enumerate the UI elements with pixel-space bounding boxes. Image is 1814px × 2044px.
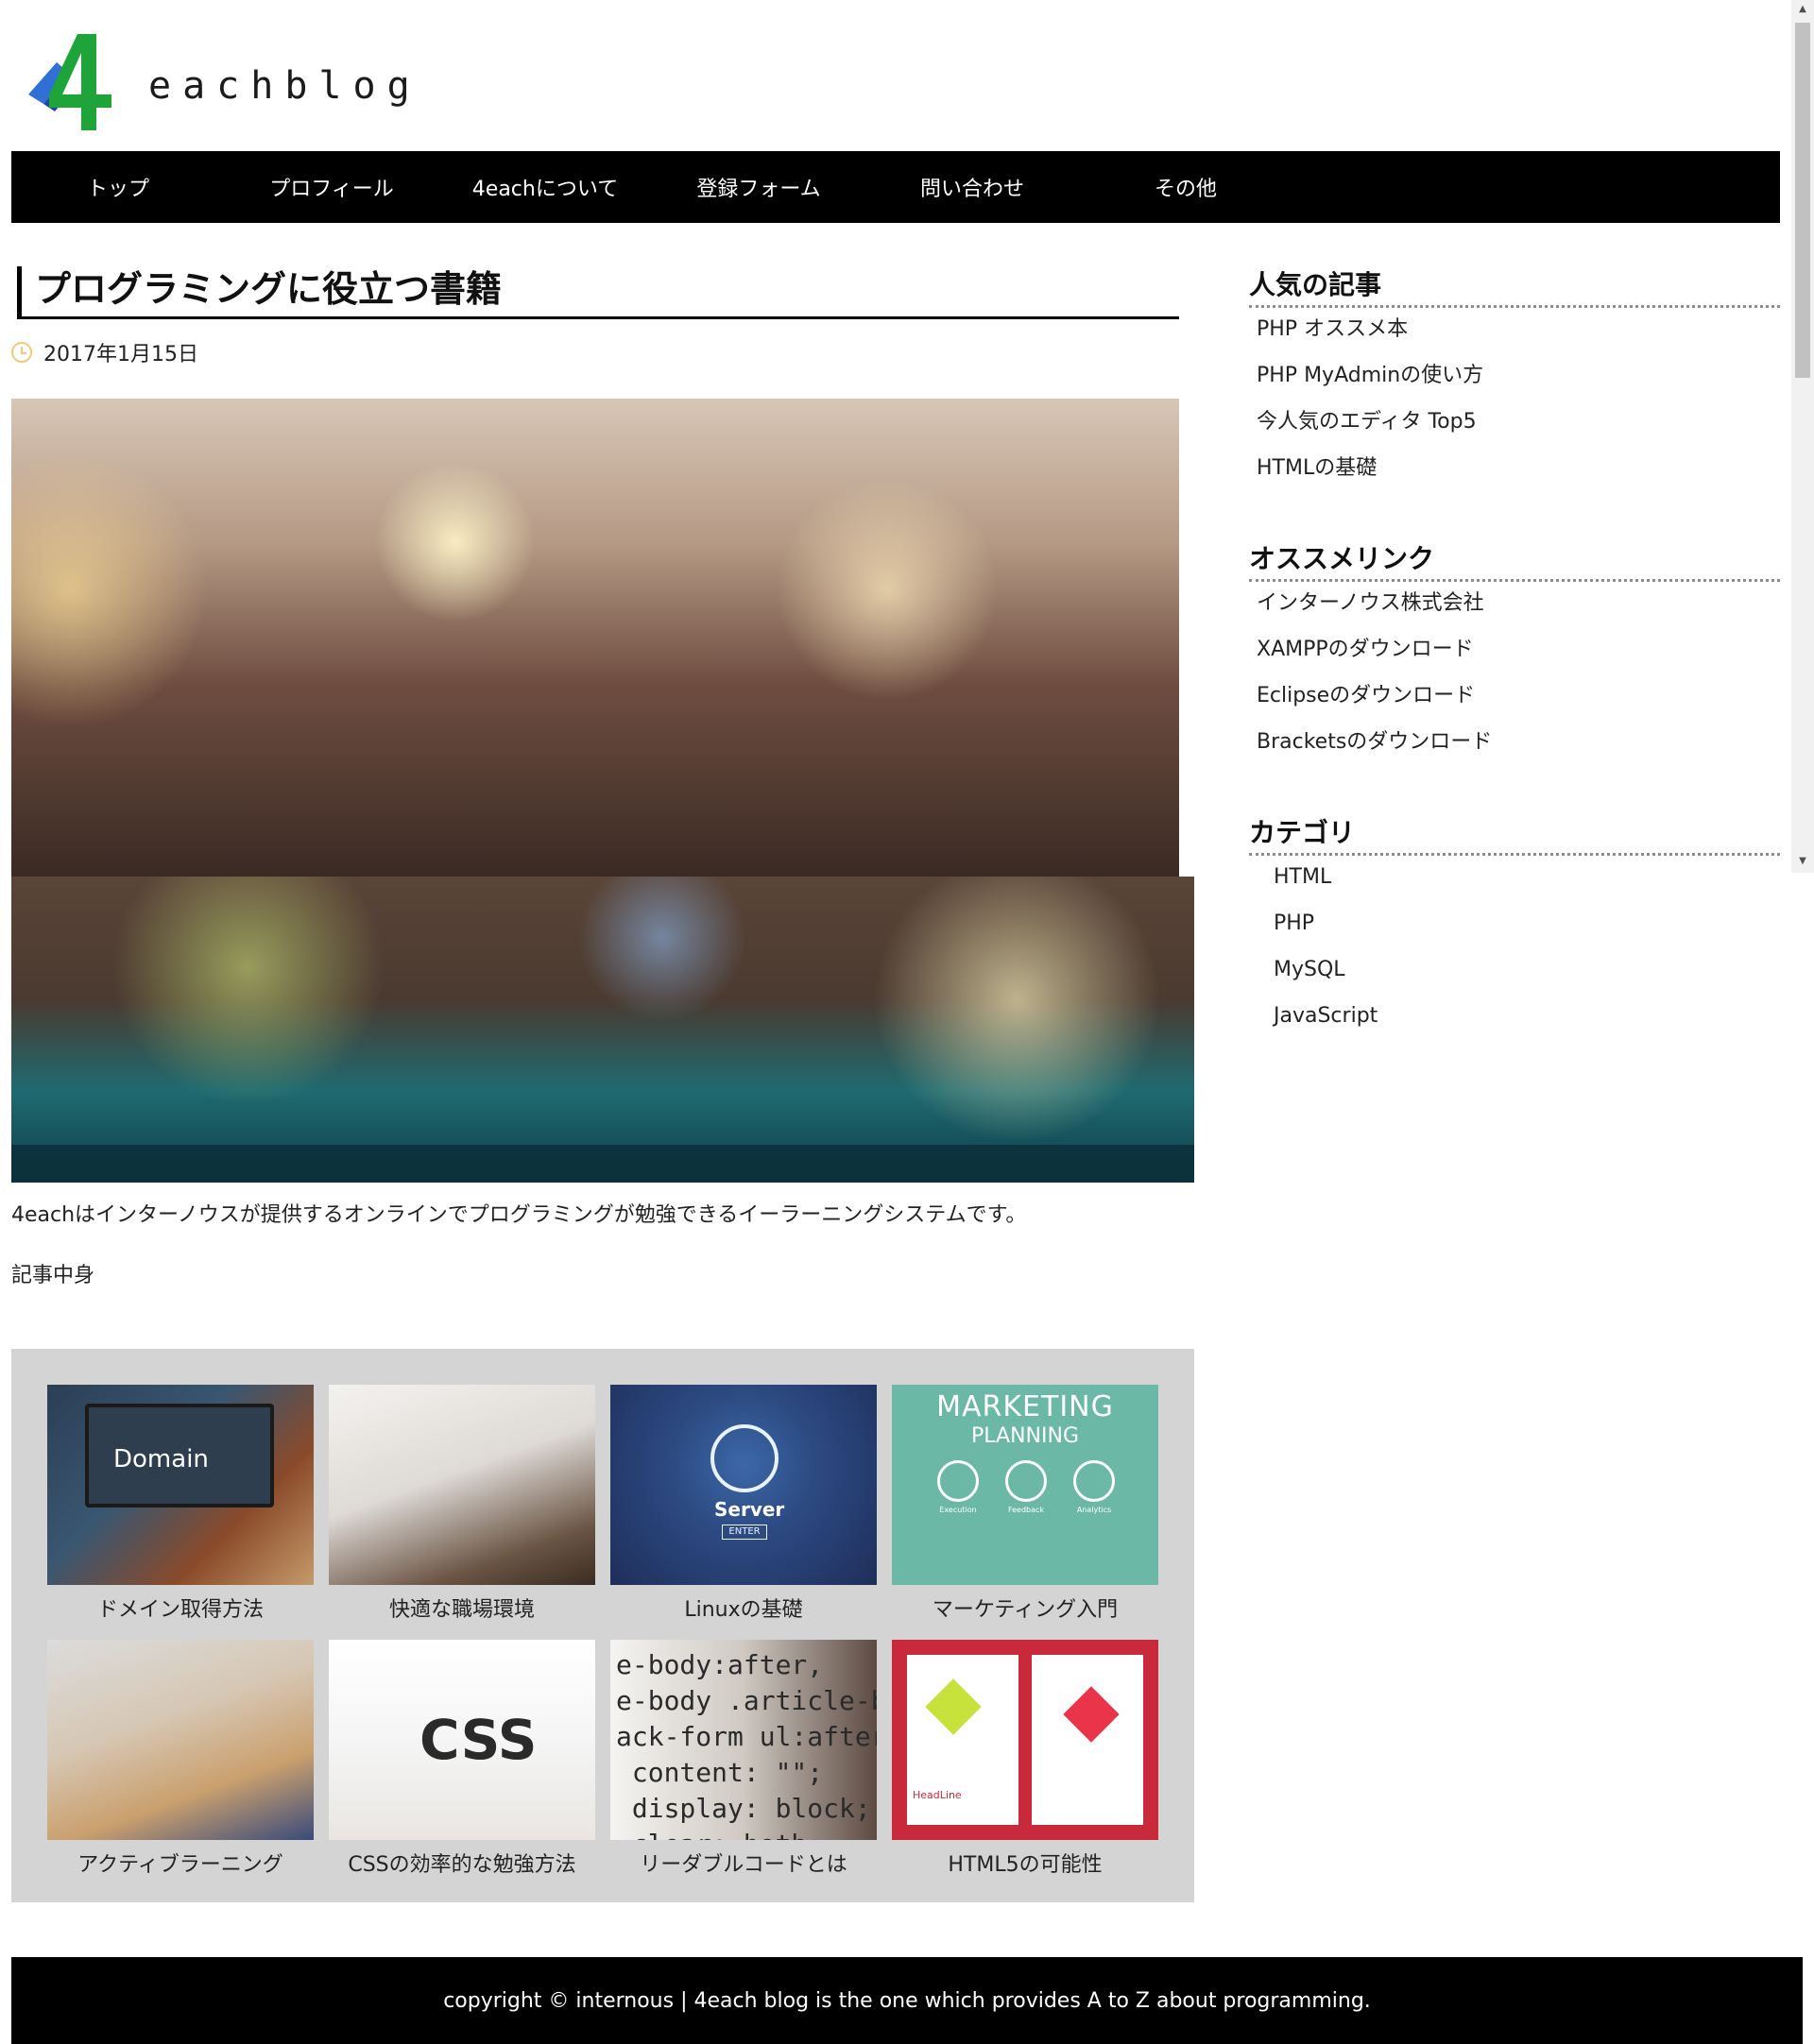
card-label[interactable]: CSSの効率的な勉強方法 <box>329 1848 595 1878</box>
sidebar-link[interactable]: 今人気のエディタ Top5 <box>1249 400 1780 447</box>
card-linux[interactable]: Server ENTER Linuxの基礎 <box>610 1385 877 1623</box>
hero-image <box>11 399 1194 1183</box>
scroll-down-icon[interactable]: ▼ <box>1797 856 1808 867</box>
logo-icon[interactable] <box>21 28 132 132</box>
site-footer: copyright © internous | 4each blog is th… <box>11 1957 1803 2044</box>
sidebar-heading: オススメリンク <box>1249 540 1780 582</box>
category-link[interactable]: MySQL <box>1249 948 1780 995</box>
analytics-label: Analytics <box>1076 1506 1112 1514</box>
marketing-title: MARKETING <box>936 1390 1114 1423</box>
card-image-marketing[interactable]: MARKETING PLANNING Execution Feedback An… <box>892 1385 1158 1585</box>
sidebar-heading: カテゴリ <box>1249 814 1780 856</box>
card-label[interactable]: アクティブラーニング <box>47 1848 314 1878</box>
sidebar-link[interactable]: Eclipseのダウンロード <box>1249 674 1780 721</box>
card-html5[interactable]: HeadLine Annual Report HTML5の可能性 <box>892 1640 1158 1878</box>
hero-image-top <box>11 399 1179 877</box>
card-css[interactable]: CSS CSSの効率的な勉強方法 <box>329 1640 595 1878</box>
article-date: 2017年1月15日 <box>11 338 198 366</box>
card-readable-code[interactable]: e-body:after, e-body .article-body-more … <box>610 1640 877 1878</box>
nav-item-profile[interactable]: プロフィール <box>225 172 438 202</box>
footer-copyright: copyright © internous | 4each blog is th… <box>443 1988 1371 2013</box>
nav-item-top[interactable]: トップ <box>11 172 225 202</box>
clock-icon <box>11 342 32 363</box>
sidebar-popular: 人気の記事 PHP オススメ本 PHP MyAdminの使い方 今人気のエディタ… <box>1249 266 1780 493</box>
server-word: Server <box>714 1498 785 1521</box>
css-word: CSS <box>419 1708 538 1772</box>
card-label[interactable]: 快適な職場環境 <box>329 1593 595 1623</box>
card-image-domain[interactable]: Domain <box>47 1385 314 1585</box>
card-image-code[interactable]: e-body:after, e-body .article-body-more … <box>610 1640 877 1840</box>
execution-label: Execution <box>939 1506 977 1514</box>
card-active-learning[interactable]: アクティブラーニング <box>47 1640 314 1878</box>
category-link[interactable]: PHP <box>1249 902 1780 948</box>
analytics-icon <box>1073 1460 1115 1502</box>
sidebar-recommended-links: オススメリンク インターノウス株式会社 XAMPPのダウンロード Eclipse… <box>1249 540 1780 767</box>
headline-text: HeadLine <box>913 1789 962 1801</box>
enter-key: ENTER <box>722 1524 767 1540</box>
sidebar-list: HTML PHP MySQL JavaScript <box>1249 856 1780 1041</box>
nav-item-about[interactable]: 4eachについて <box>438 172 652 202</box>
sidebar-link[interactable]: PHP オススメ本 <box>1249 308 1780 354</box>
date-text: 2017年1月15日 <box>43 343 198 366</box>
execution-icon <box>937 1460 979 1502</box>
card-label[interactable]: HTML5の可能性 <box>892 1848 1158 1878</box>
scroll-up-icon[interactable]: ▲ <box>1797 4 1808 15</box>
hero-image-bottom <box>11 877 1194 1183</box>
card-workplace[interactable]: 快適な職場環境 <box>329 1385 595 1623</box>
sidebar-link[interactable]: XAMPPのダウンロード <box>1249 628 1780 674</box>
marketing-subtitle: PLANNING <box>971 1424 1079 1448</box>
hero-image-shelf <box>11 1145 1194 1183</box>
nav-item-contact[interactable]: 問い合わせ <box>865 172 1079 202</box>
brochure-right <box>1032 1655 1143 1825</box>
card-image-server[interactable]: Server ENTER <box>610 1385 877 1585</box>
card-label[interactable]: Linuxの基礎 <box>610 1593 877 1623</box>
card-label[interactable]: マーケティング入門 <box>892 1593 1158 1623</box>
article-title: プログラミングに役立つ書籍 <box>17 266 1179 319</box>
sidebar-link[interactable]: PHP MyAdminの使い方 <box>1249 354 1780 400</box>
sidebar-list: PHP オススメ本 PHP MyAdminの使い方 今人気のエディタ Top5 … <box>1249 308 1780 493</box>
monitor-shape: Domain <box>85 1404 274 1507</box>
sidebar-list: インターノウス株式会社 XAMPPのダウンロード Eclipseのダウンロード … <box>1249 582 1780 767</box>
card-domain[interactable]: Domain ドメイン取得方法 <box>47 1385 314 1623</box>
main-nav: トップ プロフィール 4eachについて 登録フォーム 問い合わせ その他 <box>11 151 1780 223</box>
sidebar-categories: カテゴリ HTML PHP MySQL JavaScript <box>1249 814 1780 1041</box>
card-label[interactable]: ドメイン取得方法 <box>47 1593 314 1623</box>
logo-text[interactable]: eachblog <box>148 64 421 108</box>
article-intro: 4eachはインターノウスが提供するオンラインでプログラミングが勉強できるイーラ… <box>11 1203 1027 1227</box>
feedback-icon <box>1005 1460 1047 1502</box>
feedback-label: Feedback <box>1007 1506 1045 1514</box>
vertical-scrollbar[interactable]: ▲ ▼ <box>1791 0 1814 873</box>
card-label[interactable]: リーダブルコードとは <box>610 1848 877 1878</box>
domain-word: Domain <box>113 1445 209 1473</box>
category-link[interactable]: JavaScript <box>1249 995 1780 1041</box>
article-body: 記事中身 <box>11 1264 95 1287</box>
sidebar-heading: 人気の記事 <box>1249 266 1780 308</box>
card-image-css[interactable]: CSS <box>329 1640 595 1840</box>
annual-report-text: Annual Report <box>1037 1772 1112 1784</box>
related-articles-grid: Domain ドメイン取得方法 快適な職場環境 Server ENTER Lin… <box>11 1349 1194 1902</box>
category-link[interactable]: HTML <box>1249 856 1780 902</box>
card-image-workplace[interactable] <box>329 1385 595 1585</box>
sidebar-link[interactable]: Bracketsのダウンロード <box>1249 721 1780 767</box>
code-text: e-body:after, e-body .article-body-more … <box>616 1649 877 1840</box>
nav-item-register[interactable]: 登録フォーム <box>652 172 865 202</box>
card-marketing[interactable]: MARKETING PLANNING Execution Feedback An… <box>892 1385 1158 1623</box>
sidebar-link[interactable]: インターノウス株式会社 <box>1249 582 1780 628</box>
globe-icon <box>710 1424 779 1492</box>
sidebar-link[interactable]: HTMLの基礎 <box>1249 447 1780 493</box>
scrollbar-thumb[interactable] <box>1795 23 1810 378</box>
site-header: eachblog <box>11 23 503 136</box>
card-image-html5[interactable]: HeadLine Annual Report <box>892 1640 1158 1840</box>
card-image-kids[interactable] <box>47 1640 314 1840</box>
nav-item-other[interactable]: その他 <box>1079 172 1292 202</box>
